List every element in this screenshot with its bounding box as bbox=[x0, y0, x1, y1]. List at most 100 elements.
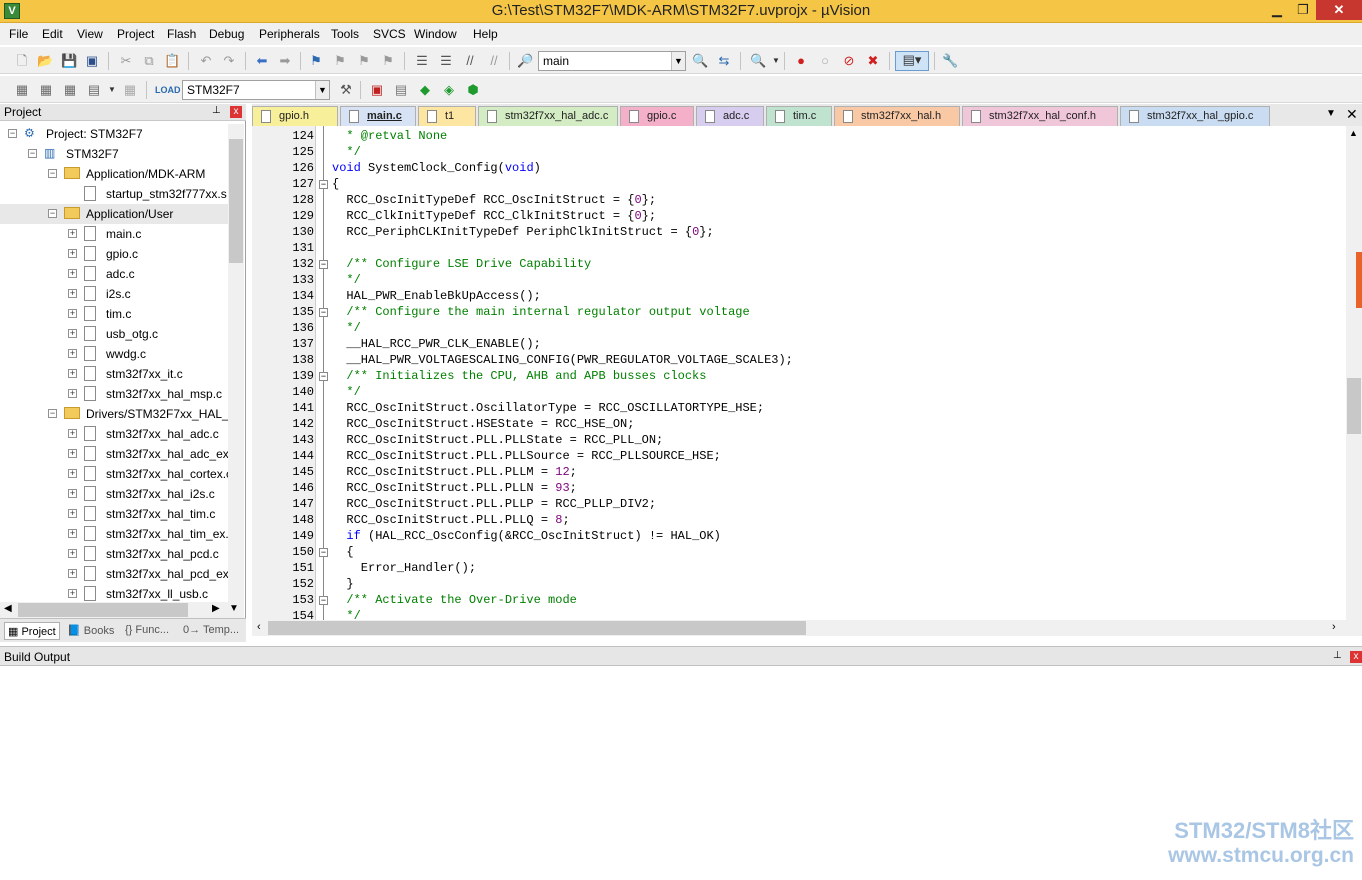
rebuild-icon[interactable]: ▦ bbox=[62, 82, 78, 98]
stop-build-icon[interactable]: ▦ bbox=[122, 82, 138, 98]
code-line[interactable]: void SystemClock_Config(void) bbox=[332, 161, 541, 177]
code-editor[interactable]: 124 125 126 127 128 129 130 131 132 133 134 135 136 1… bbox=[252, 126, 1362, 623]
close-panel-button[interactable]: x bbox=[230, 106, 242, 118]
scrollbar-thumb[interactable] bbox=[229, 139, 243, 263]
code-line[interactable]: RCC_OscInitStruct.PLL.PLLN = 93; bbox=[332, 481, 576, 497]
menu-edit[interactable]: Edit bbox=[42, 27, 63, 41]
code-line[interactable]: */ bbox=[332, 273, 360, 289]
scroll-down-icon[interactable]: ▼ bbox=[229, 603, 239, 614]
kill-breakpoints-icon[interactable]: ✖ bbox=[865, 53, 881, 69]
code-area[interactable]: * @retval None */void SystemClock_Config… bbox=[332, 126, 1346, 620]
tree-file-item[interactable]: + stm32f7xx_hal_adc.c bbox=[0, 424, 228, 444]
tree-group-item[interactable]: − Application/MDK-ARM bbox=[0, 164, 228, 184]
tree-file-item[interactable]: + stm32f7xx_hal_pcd.c bbox=[0, 544, 228, 564]
tree-file-item[interactable]: + stm32f7xx_hal_cortex.c bbox=[0, 464, 228, 484]
scroll-left-icon[interactable]: ◀ bbox=[4, 603, 12, 614]
tree-file-item[interactable]: + stm32f7xx_hal_adc_ex.c bbox=[0, 444, 228, 464]
close-panel-button[interactable]: x bbox=[1350, 651, 1362, 663]
tree-file-item[interactable]: + stm32f7xx_hal_msp.c bbox=[0, 384, 228, 404]
expand-icon[interactable]: + bbox=[68, 269, 77, 278]
scroll-up-icon[interactable]: ▲ bbox=[1349, 128, 1358, 138]
prev-bookmark-icon[interactable]: ⚑ bbox=[332, 53, 348, 69]
code-line[interactable]: RCC_OscInitStruct.HSEState = RCC_HSE_ON; bbox=[332, 417, 634, 433]
tree-file-item[interactable]: + stm32f7xx_hal_i2s.c bbox=[0, 484, 228, 504]
chevron-down-icon[interactable]: ▼ bbox=[671, 52, 685, 70]
expand-icon[interactable]: + bbox=[68, 589, 77, 598]
project-tree-vertical-scrollbar[interactable] bbox=[228, 124, 244, 602]
close-window-button[interactable]: ✕ bbox=[1316, 0, 1362, 20]
manage-project-items-icon[interactable]: ▣ bbox=[369, 82, 385, 98]
find-in-files-icon[interactable]: 🔎 bbox=[517, 53, 533, 69]
paste-icon[interactable]: 📋 bbox=[164, 53, 180, 69]
fold-collapse-icon[interactable]: − bbox=[319, 372, 328, 381]
save-all-icon[interactable]: ▣ bbox=[84, 53, 100, 69]
chevron-down-icon[interactable]: ▼ bbox=[104, 82, 120, 98]
tree-file-item[interactable]: + wwdg.c bbox=[0, 344, 228, 364]
expand-icon[interactable]: + bbox=[68, 509, 77, 518]
code-line[interactable]: RCC_PeriphCLKInitTypeDef PeriphClkInitSt… bbox=[332, 225, 713, 241]
tree-file-item[interactable]: + usb_otg.c bbox=[0, 324, 228, 344]
tree-file-item[interactable]: + tim.c bbox=[0, 304, 228, 324]
tab-templates[interactable]: 0→ Temp... bbox=[180, 622, 242, 640]
tree-group-item[interactable]: − Application/User bbox=[0, 204, 228, 224]
configure-icon[interactable]: 🔧 bbox=[942, 53, 958, 69]
debug-session-icon[interactable]: 🔍 bbox=[750, 53, 766, 69]
navigate-back-icon[interactable]: ⬅ bbox=[254, 53, 270, 69]
expand-icon[interactable]: + bbox=[68, 549, 77, 558]
chevron-down-icon[interactable]: ▼ bbox=[768, 53, 784, 69]
expand-icon[interactable]: + bbox=[68, 429, 77, 438]
tree-file-item[interactable]: + i2s.c bbox=[0, 284, 228, 304]
comment-icon[interactable]: // bbox=[462, 53, 478, 69]
editor-horizontal-scrollbar[interactable]: ‹ › bbox=[252, 620, 1362, 636]
tree-file-item[interactable]: startup_stm32f777xx.s bbox=[0, 184, 228, 204]
expand-icon[interactable]: + bbox=[68, 389, 77, 398]
menu-window[interactable]: Window bbox=[414, 27, 457, 41]
disable-breakpoints-icon[interactable]: ⊘ bbox=[841, 53, 857, 69]
editor-tab[interactable]: gpio.c bbox=[620, 106, 694, 126]
menu-file[interactable]: File bbox=[9, 27, 28, 41]
tree-group-item[interactable]: − ⚙ Project: STM32F7 bbox=[0, 124, 228, 144]
code-line[interactable]: */ bbox=[332, 385, 360, 401]
editor-tab[interactable]: adc.c bbox=[696, 106, 764, 126]
close-tab-icon[interactable]: ✕ bbox=[1346, 106, 1358, 123]
scrollbar-thumb[interactable] bbox=[268, 621, 806, 635]
code-line[interactable]: */ bbox=[332, 321, 360, 337]
collapse-icon[interactable]: − bbox=[48, 169, 57, 178]
redo-icon[interactable]: ↷ bbox=[221, 53, 237, 69]
menu-tools[interactable]: Tools bbox=[331, 27, 359, 41]
expand-icon[interactable]: + bbox=[68, 569, 77, 578]
tree-group-item[interactable]: − Drivers/STM32F7xx_HAL_D bbox=[0, 404, 228, 424]
menu-help[interactable]: Help bbox=[473, 27, 498, 41]
cut-icon[interactable]: ✂ bbox=[118, 53, 134, 69]
menu-peripherals[interactable]: Peripherals bbox=[259, 27, 320, 41]
code-line[interactable]: /** Configure LSE Drive Capability bbox=[332, 257, 591, 273]
collapse-icon[interactable]: − bbox=[8, 129, 17, 138]
editor-tab[interactable]: stm32f7xx_hal_conf.h bbox=[962, 106, 1118, 126]
tree-file-item[interactable]: + stm32f7xx_ll_usb.c bbox=[0, 584, 228, 602]
expand-icon[interactable]: + bbox=[68, 489, 77, 498]
code-line[interactable]: /** Initializes the CPU, AHB and APB bus… bbox=[332, 369, 706, 385]
collapse-icon[interactable]: − bbox=[48, 209, 57, 218]
code-line[interactable]: { bbox=[332, 545, 353, 561]
collapse-icon[interactable]: − bbox=[28, 149, 37, 158]
window-layout-icon[interactable]: ▤▾ bbox=[895, 51, 929, 71]
tree-file-item[interactable]: + adc.c bbox=[0, 264, 228, 284]
code-line[interactable]: RCC_OscInitStruct.PLL.PLLM = 12; bbox=[332, 465, 576, 481]
fold-collapse-icon[interactable]: − bbox=[319, 596, 328, 605]
new-file-icon[interactable]: 🗋 bbox=[14, 53, 30, 69]
editor-tab[interactable]: stm32f7xx_hal.h bbox=[834, 106, 960, 126]
uncomment-icon[interactable]: // bbox=[486, 53, 502, 69]
code-line[interactable]: */ bbox=[332, 609, 360, 620]
code-line[interactable]: /** Activate the Over-Drive mode bbox=[332, 593, 576, 609]
editor-tab[interactable]: stm32f7xx_hal_adc.c bbox=[478, 106, 618, 126]
find-combo[interactable]: main ▼ bbox=[538, 51, 686, 71]
build-icon[interactable]: ▦ bbox=[38, 82, 54, 98]
indent-icon[interactable]: ☰ bbox=[414, 53, 430, 69]
expand-icon[interactable]: + bbox=[68, 369, 77, 378]
pin-icon[interactable]: ⊥ bbox=[1333, 650, 1342, 661]
batch-build-icon[interactable]: ▤ bbox=[86, 82, 102, 98]
open-folder-icon[interactable]: 📂 bbox=[37, 53, 53, 69]
copy-icon[interactable]: ⧉ bbox=[141, 53, 157, 69]
project-tree-horizontal-scrollbar[interactable]: ◀ ▶ ▼ bbox=[0, 602, 244, 618]
maximize-button[interactable]: ❐ bbox=[1290, 0, 1316, 20]
